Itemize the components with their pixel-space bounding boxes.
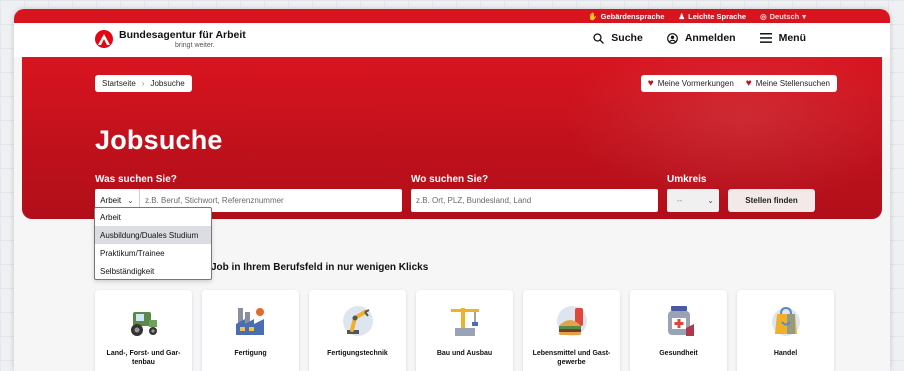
job-searches-label: Meine Stellensuchen — [755, 79, 830, 88]
agency-logo-icon — [95, 30, 113, 49]
category-label: Lebensmittel und Gast- gewerbe — [532, 350, 611, 366]
language-selector[interactable]: ◎ Deutsch ▾ — [760, 12, 806, 21]
search-hero: Startseite › Jobsuche ♥ Meine Vormerkung… — [22, 57, 882, 219]
hamburger-icon — [759, 33, 772, 43]
chevron-down-icon: ▾ — [802, 11, 806, 21]
factory-icon — [232, 302, 270, 340]
category-card[interactable]: Gesundheit — [630, 290, 727, 371]
browser-page: ✋ Gebärdensprache ♟ Leichte Sprache ◎ De… — [14, 9, 890, 371]
login-button[interactable]: Anmelden — [666, 32, 736, 44]
heart-icon: ♥ — [647, 78, 654, 89]
radius-value: -- — [677, 196, 683, 205]
robot-arm-icon — [339, 302, 377, 340]
where-label: Wo suchen Sie? — [411, 174, 489, 185]
categories-heading: Job in Ihrem Berufsfeld in nur wenigen K… — [211, 262, 429, 273]
category-label: Handel — [773, 350, 798, 357]
logo[interactable]: Bundesagentur für Arbeit bringt weiter. — [95, 30, 246, 49]
utility-bar: ✋ Gebärdensprache ♟ Leichte Sprache ◎ De… — [14, 9, 890, 23]
category-card[interactable]: Fertigung — [202, 290, 299, 371]
bookmarks-link[interactable]: ♥ Meine Vormerkungen — [648, 78, 734, 89]
category-card[interactable]: Land-, Forst- und Gar- tenbau — [95, 290, 192, 371]
heart-search-icon: ♥ — [745, 78, 752, 89]
search-button[interactable]: Suche — [593, 32, 643, 44]
food-icon — [553, 302, 591, 340]
site-header: Bundesagentur für Arbeit bringt weiter. … — [14, 23, 890, 57]
language-label: Deutsch — [769, 11, 800, 21]
shopping-bag-icon — [767, 302, 805, 340]
category-card[interactable]: Fertigungstechnik — [309, 290, 406, 371]
breadcrumb-current: Jobsuche — [150, 79, 185, 88]
dropdown-option[interactable]: Praktikum/Trainee — [95, 244, 211, 262]
category-card[interactable]: Bau und Ausbau — [416, 290, 513, 371]
user-icon — [666, 32, 678, 44]
hand-icon: ✋ — [588, 11, 598, 21]
bookmarks-label: Meine Vormerkungen — [657, 79, 734, 88]
dropdown-option[interactable]: Ausbildung/Duales Studium — [95, 226, 211, 244]
sign-language-link[interactable]: ✋ Gebärdensprache — [588, 12, 664, 21]
category-label: Bau und Ausbau — [436, 350, 493, 357]
offer-type-value: Arbeit — [100, 196, 122, 205]
category-label: Fertigungstechnik — [327, 350, 388, 357]
category-label: Gesundheit — [659, 350, 698, 357]
where-search-input[interactable] — [411, 189, 658, 212]
menu-label: Menü — [778, 32, 806, 44]
logo-claim: bringt weiter. — [175, 41, 215, 49]
category-card[interactable]: Handel — [737, 290, 834, 371]
easy-language-label: Leichte Sprache — [688, 11, 747, 21]
category-cards: Land-, Forst- und Gar- tenbau Fertigung — [95, 290, 834, 371]
category-label: Land-, Forst- und Gar- tenbau — [106, 350, 181, 366]
category-label: Fertigung — [234, 350, 267, 357]
person-icon: ♟ — [678, 11, 686, 21]
tractor-icon — [125, 302, 163, 340]
breadcrumb-home[interactable]: Startseite — [102, 79, 136, 88]
chevron-down-icon: ⌄ — [707, 196, 714, 205]
offer-type-dropdown: Arbeit Ausbildung/Duales Studium Praktik… — [94, 207, 212, 280]
job-searches-link[interactable]: ♥ Meine Stellensuchen — [746, 78, 830, 89]
radius-select[interactable]: -- ⌄ — [667, 189, 719, 212]
what-label: Was suchen Sie? — [95, 174, 177, 185]
login-label: Anmelden — [684, 32, 736, 44]
header-nav: Suche Anmelden Menü — [593, 32, 806, 44]
easy-language-link[interactable]: ♟ Leichte Sprache — [678, 12, 746, 21]
logo-name: Bundesagentur für Arbeit — [119, 29, 246, 41]
radius-label: Umkreis — [667, 174, 707, 185]
search-label: Suche — [611, 32, 643, 44]
menu-button[interactable]: Menü — [759, 32, 806, 44]
find-jobs-button[interactable]: Stellen finden — [728, 189, 815, 212]
crane-icon — [446, 302, 484, 340]
dropdown-option[interactable]: Arbeit — [95, 208, 211, 226]
breadcrumb: Startseite › Jobsuche — [95, 75, 192, 92]
dropdown-option[interactable]: Selbständigkeit — [95, 262, 211, 280]
category-card[interactable]: Lebensmittel und Gast- gewerbe — [523, 290, 620, 371]
medicine-icon — [660, 302, 698, 340]
search-icon — [593, 32, 605, 44]
chevron-right-icon: › — [141, 79, 145, 88]
page-title: Jobsuche — [95, 125, 223, 155]
sign-language-label: Gebärdensprache — [600, 11, 665, 21]
chevron-down-icon: ⌄ — [127, 196, 134, 205]
favorites-bar: ♥ Meine Vormerkungen ♥ Meine Stellensuch… — [640, 75, 837, 92]
globe-icon: ◎ — [760, 11, 767, 21]
